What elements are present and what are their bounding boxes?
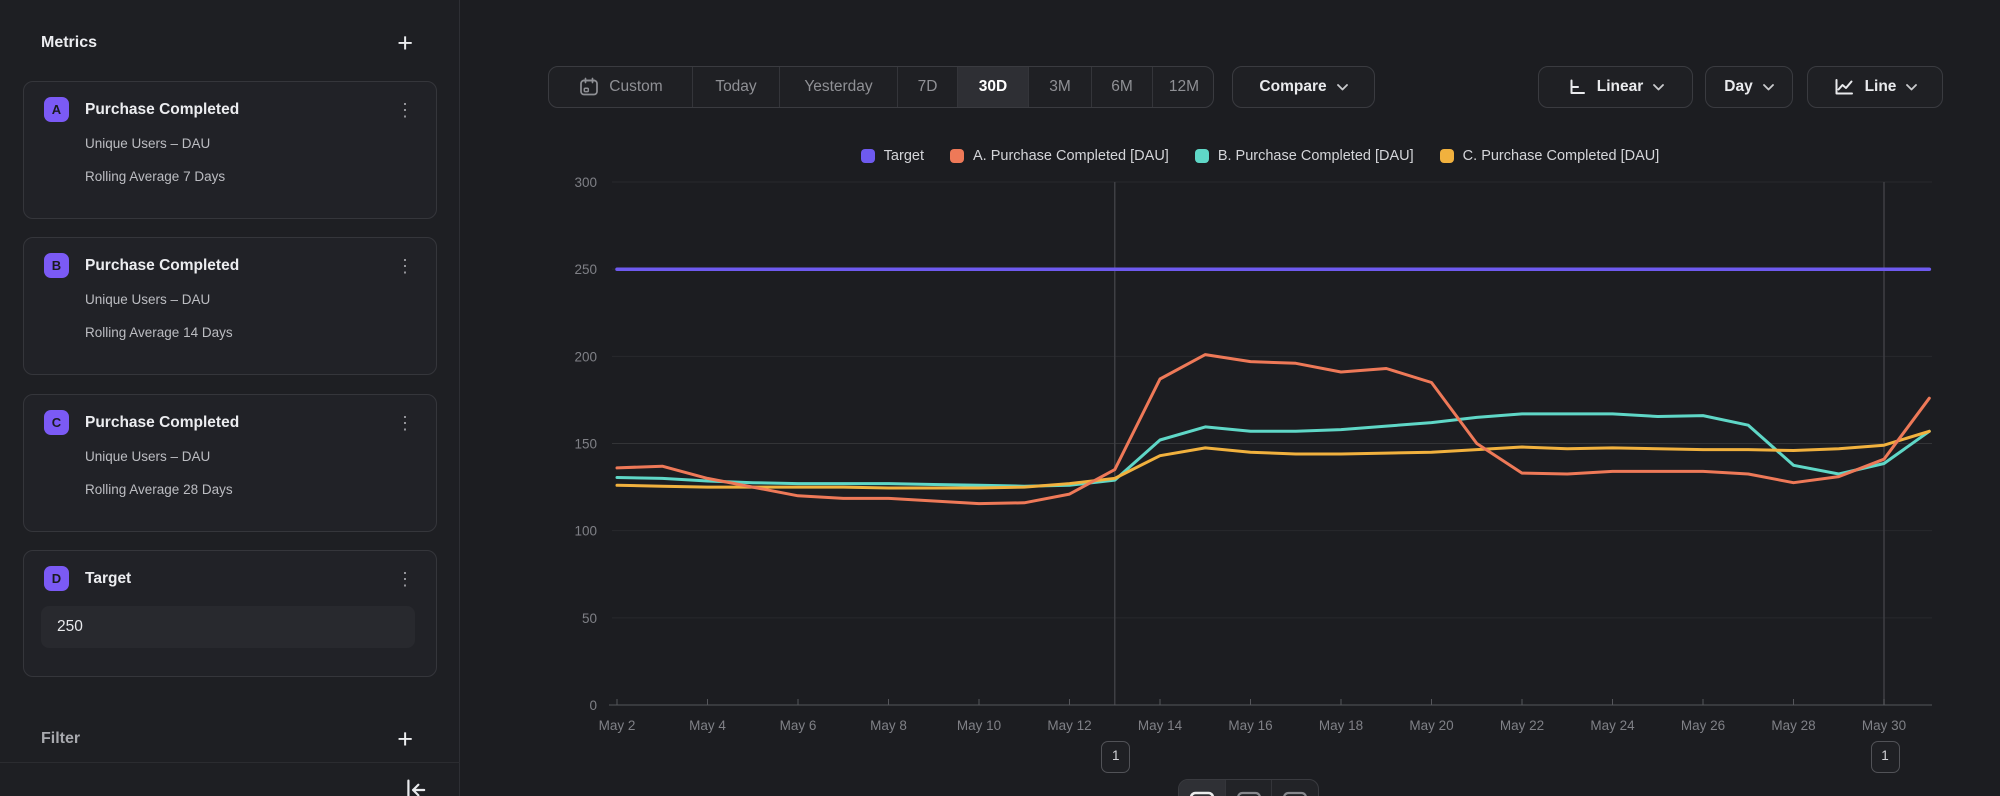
svg-text:0: 0 — [589, 698, 597, 713]
svg-text:300: 300 — [574, 175, 597, 190]
svg-text:May 24: May 24 — [1590, 718, 1635, 733]
svg-text:May 14: May 14 — [1138, 718, 1183, 733]
table-view-icon — [1236, 791, 1262, 796]
annotation-badge[interactable]: 1 — [1101, 741, 1130, 773]
card-view-icon — [1282, 791, 1308, 796]
svg-text:May 12: May 12 — [1047, 718, 1091, 733]
svg-text:May 22: May 22 — [1500, 718, 1544, 733]
view-option-chart-view-icon[interactable] — [1179, 780, 1226, 796]
svg-text:May 16: May 16 — [1228, 718, 1272, 733]
svg-text:50: 50 — [582, 611, 597, 626]
svg-text:May 6: May 6 — [780, 718, 817, 733]
analytics-dashboard: Metrics + APurchase Completed⋮Unique Use… — [0, 0, 2000, 796]
chart-canvas[interactable]: May 2 May 4 May 6 May 8 May 10 May 12 May 14 Ma… — [0, 0, 2000, 796]
svg-text:May 2: May 2 — [599, 718, 636, 733]
view-option-table-view-icon[interactable] — [1226, 780, 1273, 796]
svg-text:100: 100 — [574, 524, 597, 539]
svg-text:May 26: May 26 — [1681, 718, 1725, 733]
svg-text:May 10: May 10 — [957, 718, 1001, 733]
svg-text:150: 150 — [574, 437, 597, 452]
svg-text:May 4: May 4 — [689, 718, 726, 733]
svg-text:May 18: May 18 — [1319, 718, 1363, 733]
svg-text:May 28: May 28 — [1771, 718, 1815, 733]
chart-view-icon — [1189, 791, 1215, 796]
svg-text:May 8: May 8 — [870, 718, 907, 733]
annotation-badge[interactable]: 1 — [1871, 741, 1900, 773]
svg-text:200: 200 — [574, 349, 597, 364]
svg-text:250: 250 — [574, 262, 597, 277]
svg-text:May 30: May 30 — [1862, 718, 1906, 733]
svg-text:May 20: May 20 — [1409, 718, 1453, 733]
view-option-card-view-icon[interactable] — [1272, 780, 1318, 796]
view-switcher — [1178, 779, 1319, 796]
